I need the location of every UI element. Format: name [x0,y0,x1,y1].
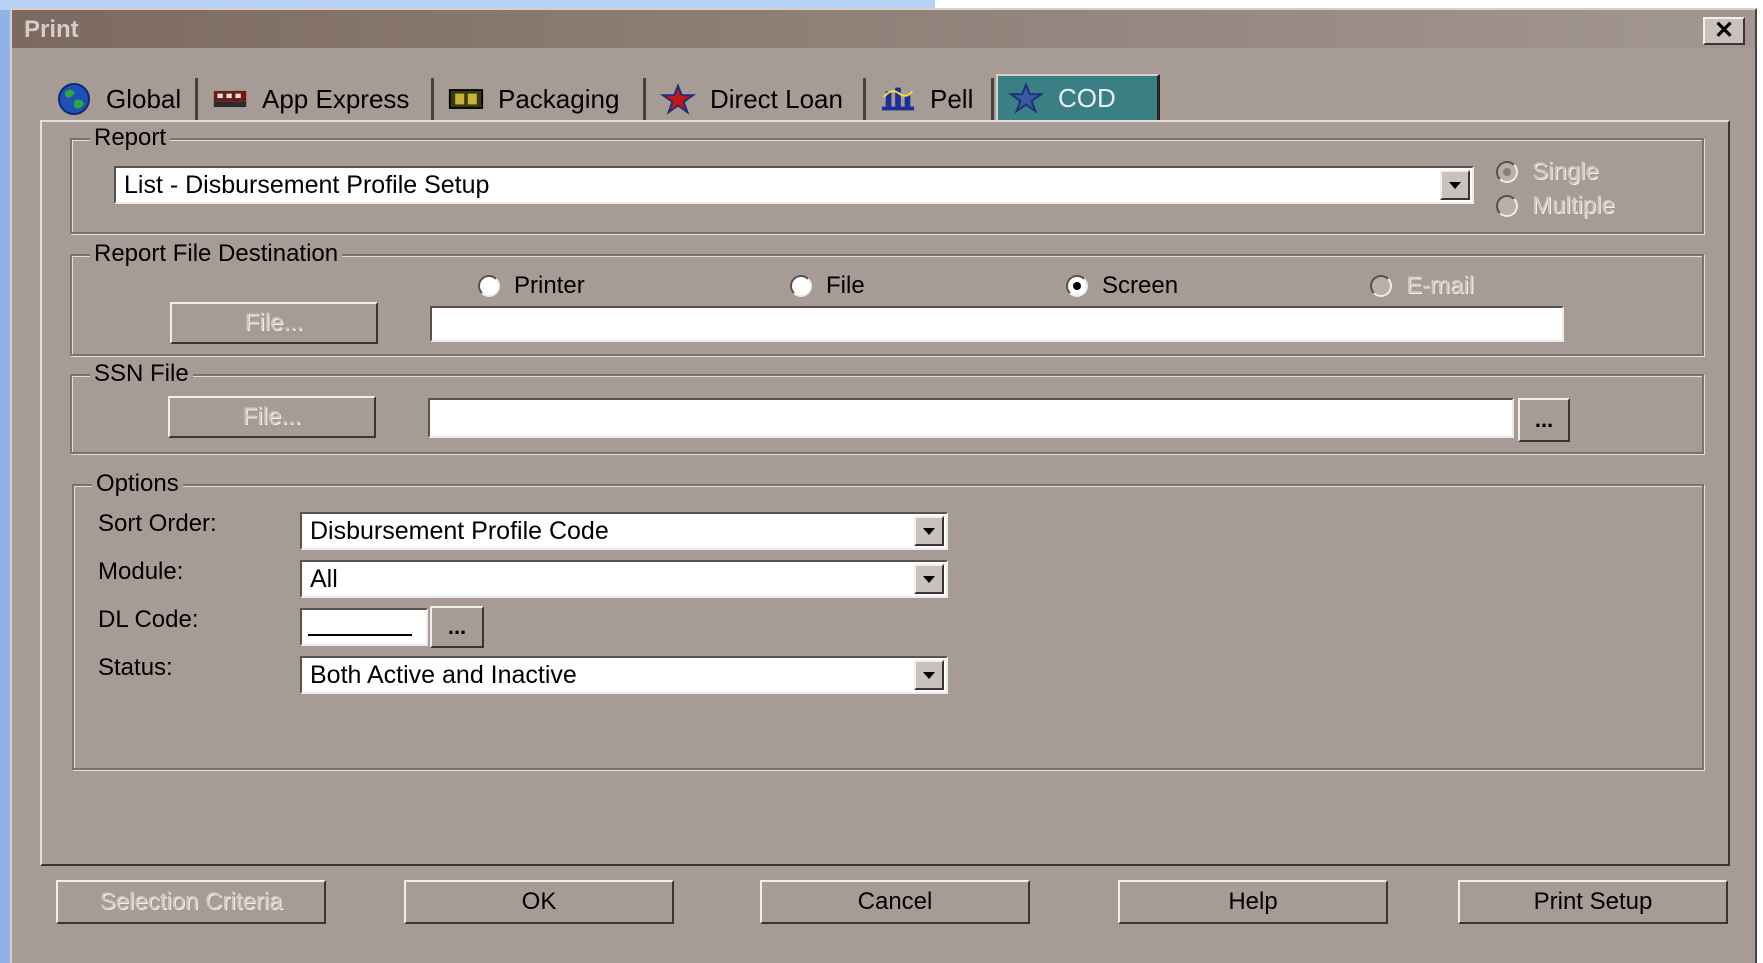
ok-button[interactable]: OK [404,880,674,924]
cancel-button[interactable]: Cancel [760,880,1030,924]
tab-cod[interactable]: COD [996,74,1160,120]
screen-radio-dot[interactable] [1066,275,1088,297]
dl-code-browse-button[interactable]: ... [430,606,484,648]
dl-code-field[interactable] [300,608,428,646]
destination-file-button[interactable]: File... [170,302,378,344]
report-select[interactable]: List - Disbursement Profile Setup [114,166,1474,204]
help-button[interactable]: Help [1118,880,1388,924]
multiple-radio-label: Multiple [1532,192,1615,219]
star-icon [1008,82,1044,114]
sort-order-select[interactable]: Disbursement Profile Code [300,512,948,550]
desktop-edge [1757,0,1763,963]
chevron-down-icon[interactable] [914,660,944,690]
chevron-down-icon[interactable] [914,516,944,546]
tab-label: Packaging [498,83,620,114]
star-icon [660,83,696,115]
single-radio-label: Single [1532,158,1599,185]
report-select-value: List - Disbursement Profile Setup [124,170,490,199]
ssn-browse-button[interactable]: ... [1518,398,1570,442]
module-value: All [310,564,338,593]
tab-pell[interactable]: Pell [870,78,994,120]
status-select[interactable]: Both Active and Inactive [300,656,948,694]
sort-order-label: Sort Order: [98,510,217,537]
window-title: Print [24,16,79,43]
options-group-label: Options [92,470,183,498]
tab-packaging[interactable]: Packaging [438,78,646,120]
file-radio-label: File [826,272,865,299]
screen-radio-label: Screen [1102,272,1179,299]
module-select[interactable]: All [300,560,948,598]
chevron-down-icon[interactable] [1440,170,1470,200]
report-group: Report List - Disbursement Profile Setup… [70,124,1704,234]
tab-app-express[interactable]: App Express [202,78,434,120]
tab-panel-cod: Report List - Disbursement Profile Setup… [40,120,1730,866]
selection-criteria-button[interactable]: Selection Criteria [56,880,326,924]
ssn-path-field[interactable] [428,398,1514,438]
destination-group-label: Report File Destination [90,240,343,268]
sort-order-value: Disbursement Profile Code [310,516,609,545]
file-radio[interactable]: File [790,272,865,300]
tab-label: Pell [930,83,974,114]
chevron-down-icon[interactable] [914,564,944,594]
multiple-radio-dot[interactable] [1496,195,1518,217]
tab-label: Global [106,83,182,114]
module-label: Module: [98,558,184,585]
tab-label: App Express [262,83,410,114]
destination-path-field[interactable] [430,306,1564,342]
email-radio-label: E-mail [1406,272,1475,299]
dl-code-label: DL Code: [98,606,199,633]
email-radio[interactable]: E-mail [1370,272,1474,300]
single-radio[interactable]: Single [1496,158,1599,186]
app-express-icon [212,84,248,114]
printer-radio-dot[interactable] [478,275,500,297]
globe-icon [56,83,92,115]
destination-group: Report File Destination Printer File Scr… [70,240,1704,356]
status-label: Status: [98,654,173,681]
printer-radio-label: Printer [514,272,585,299]
packaging-icon [448,84,484,114]
dl-code-underline [308,634,412,636]
printer-radio[interactable]: Printer [478,272,585,300]
title-bar[interactable]: Print ✕ [12,10,1755,48]
close-icon: ✕ [1713,17,1735,44]
report-group-label: Report [90,124,171,152]
tab-global[interactable]: Global [46,78,198,120]
tab-label: Direct Loan [710,83,843,114]
ssn-file-button[interactable]: File... [168,396,376,438]
multiple-radio[interactable]: Multiple [1496,192,1615,220]
tab-label: COD [1058,82,1116,113]
single-radio-dot[interactable] [1496,161,1518,183]
ssn-group-label: SSN File [90,360,193,388]
pell-icon [880,84,916,114]
file-radio-dot[interactable] [790,275,812,297]
status-value: Both Active and Inactive [310,660,577,689]
print-dialog: Print ✕ Global App Express Packaging Dir… [10,8,1757,963]
close-button[interactable]: ✕ [1703,17,1745,45]
options-group: Options Sort Order: Disbursement Profile… [72,470,1704,770]
ssn-group: SSN File File... ... [70,360,1704,454]
screen-radio[interactable]: Screen [1066,272,1178,300]
print-setup-button[interactable]: Print Setup [1458,880,1728,924]
tab-direct-loan[interactable]: Direct Loan [650,78,866,120]
email-radio-dot[interactable] [1370,275,1392,297]
